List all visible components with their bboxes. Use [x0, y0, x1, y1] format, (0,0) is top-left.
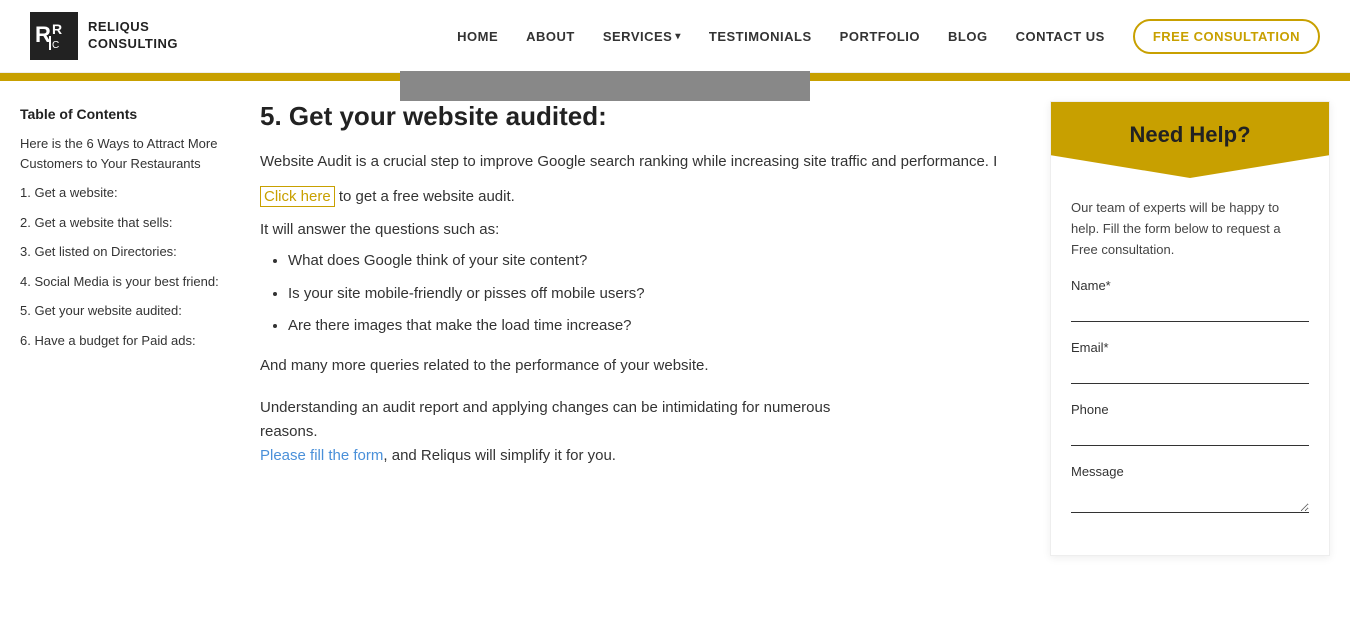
nav-about[interactable]: ABOUT [526, 29, 575, 44]
name-input[interactable] [1071, 297, 1309, 322]
list-item: Is your site mobile-friendly or pisses o… [288, 283, 1010, 306]
table-of-contents: Table of Contents Here is the 6 Ways to … [20, 101, 220, 556]
toc-item-3[interactable]: 3. Get listed on Directories: [20, 242, 220, 262]
nav-services[interactable]: SERVICES ▾ [603, 29, 681, 44]
message-label: Message [1071, 464, 1309, 479]
logo-text: RELIQUS CONSULTING [88, 19, 178, 53]
questions-list: What does Google think of your site cont… [288, 250, 1010, 338]
nav-contact-us[interactable]: CONTACT US [1016, 29, 1105, 44]
nav-portfolio[interactable]: PORTFOLIO [840, 29, 920, 44]
list-item: What does Google think of your site cont… [288, 250, 1010, 273]
form-sidebar: Need Help? Our team of experts will be h… [1050, 101, 1330, 556]
need-help-box: Need Help? Our team of experts will be h… [1050, 101, 1330, 556]
email-label: Email* [1071, 340, 1309, 355]
click-here-paragraph: Click here to get a free website audit. [260, 188, 1010, 205]
message-input[interactable] [1071, 483, 1309, 513]
questions-intro: It will answer the questions such as: [260, 221, 1010, 238]
svg-text:C: C [52, 40, 59, 51]
help-description: Our team of experts will be happy to hel… [1071, 198, 1309, 260]
understanding-paragraph: Understanding an audit report and applyi… [260, 396, 1010, 468]
intro-paragraph: Website Audit is a crucial step to impro… [260, 150, 1010, 174]
toc-title: Table of Contents [20, 106, 220, 122]
list-item: Are there images that make the load time… [288, 315, 1010, 338]
nav-home[interactable]: HOME [457, 29, 498, 44]
toc-item-intro[interactable]: Here is the 6 Ways to Attract More Custo… [20, 134, 220, 173]
need-help-header: Need Help? [1051, 102, 1329, 178]
nav-testimonials[interactable]: TESTIMONIALS [709, 29, 812, 44]
more-queries-text: And many more queries related to the per… [260, 354, 1010, 378]
section-title: 5. Get your website audited: [260, 101, 1010, 132]
nav-blog[interactable]: BLOG [948, 29, 988, 44]
need-help-title: Need Help? [1071, 122, 1309, 148]
message-field-group: Message [1071, 464, 1309, 517]
main-nav: HOME ABOUT SERVICES ▾ TESTIMONIALS PORTF… [457, 19, 1320, 54]
email-input[interactable] [1071, 359, 1309, 384]
header: R R C RELIQUS CONSULTING HOME ABOUT SERV… [0, 0, 1350, 73]
main-content: Table of Contents Here is the 6 Ways to … [0, 81, 1350, 576]
name-field-group: Name* [1071, 278, 1309, 322]
need-help-body: Our team of experts will be happy to hel… [1051, 188, 1329, 555]
click-here-link[interactable]: Click here [260, 186, 335, 207]
toc-item-2[interactable]: 2. Get a website that sells: [20, 213, 220, 233]
phone-field-group: Phone [1071, 402, 1309, 446]
please-fill-form-link[interactable]: Please fill the form [260, 447, 383, 464]
toc-item-5[interactable]: 5. Get your website audited: [20, 301, 220, 321]
free-consultation-button[interactable]: FREE CONSULTATION [1133, 19, 1320, 54]
name-label: Name* [1071, 278, 1309, 293]
article-content: 5. Get your website audited: Website Aud… [250, 101, 1020, 556]
phone-label: Phone [1071, 402, 1309, 417]
logo: R R C RELIQUS CONSULTING [30, 12, 178, 60]
gold-bar [0, 73, 1350, 81]
svg-text:R: R [35, 22, 51, 47]
email-field-group: Email* [1071, 340, 1309, 384]
toc-item-6[interactable]: 6. Have a budget for Paid ads: [20, 331, 220, 351]
phone-input[interactable] [1071, 421, 1309, 446]
toc-item-4[interactable]: 4. Social Media is your best friend: [20, 272, 220, 292]
toc-item-1[interactable]: 1. Get a website: [20, 183, 220, 203]
chevron-down-icon: ▾ [675, 31, 681, 42]
image-placeholder [400, 71, 810, 101]
svg-text:R: R [52, 21, 62, 37]
logo-icon: R R C [30, 12, 78, 60]
